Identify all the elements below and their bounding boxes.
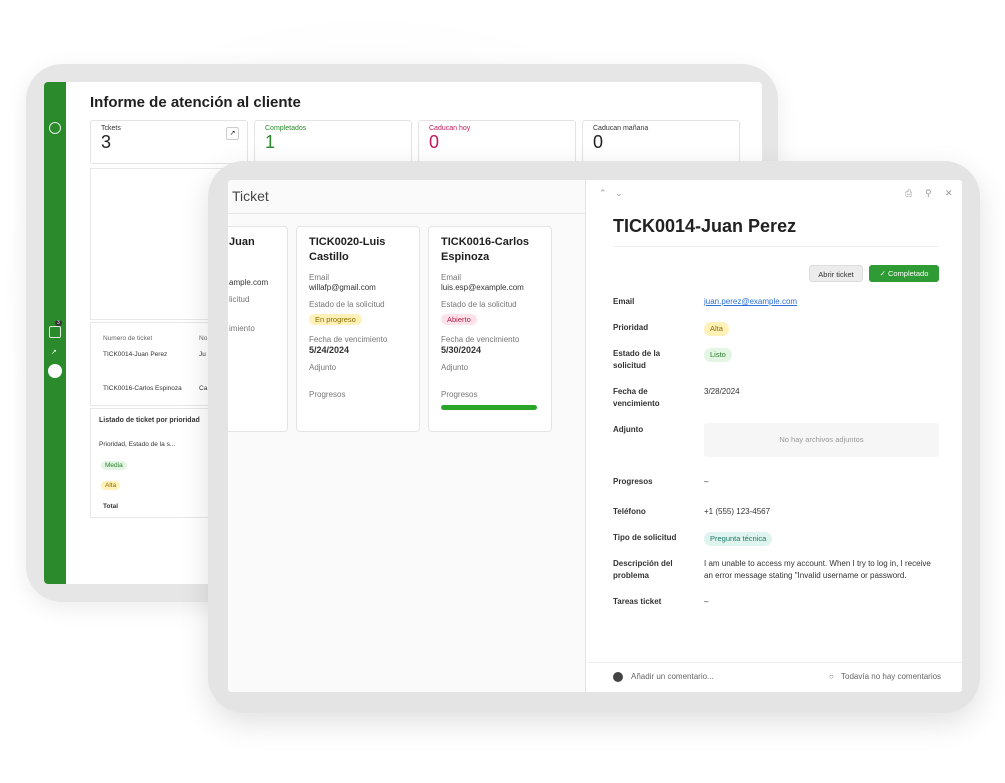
attachments-box[interactable]: No hay archivos adjuntos [704,423,939,457]
expand-icon[interactable]: ↗ [226,127,239,140]
ticket-card-luis[interactable]: TICK0020-Luis Castillo Email willafp@gma… [296,226,420,432]
home-icon[interactable] [49,122,61,134]
ticket-board: Ticket Juan ample.com licitud imiento TI… [228,180,586,692]
status-badge: En progreso [309,314,362,325]
status-badge: Abierto [441,314,477,325]
ticket-card-juan[interactable]: Juan ample.com licitud imiento [228,226,288,432]
chevron-down-icon[interactable]: ⌄ [615,188,623,199]
speech-bubble-icon: ○ [829,672,834,681]
completed-button[interactable]: ✓ Completado [869,265,939,282]
bell-icon[interactable] [49,326,61,338]
stage: 3 ↗ Informe de atención al cliente Tcket… [0,0,1005,783]
type-badge: Pregunta técnica [704,532,773,546]
ticket-detail: ⌃ ⌄ ⎙ ⚲ ✕ TICK0014-Juan Perez Abrir tick… [587,180,962,692]
priority-alta: Alta [101,481,121,490]
link-icon[interactable]: ⚲ [925,188,932,199]
chevron-up-icon[interactable]: ⌃ [599,188,607,199]
kpi-caducan-manana: Caducan mañana 0 [582,120,740,164]
print-icon[interactable]: ⎙ [905,188,912,199]
detail-title: TICK0014-Juan Perez [613,216,797,236]
progress-bar [441,405,537,410]
priority-badge: Alta [704,322,729,336]
priority-media: Media [101,461,127,470]
open-ticket-button[interactable]: Abrir ticket [809,265,863,282]
avatar[interactable] [48,364,62,378]
problem-description: I am unable to access my account. When I… [704,559,931,580]
kpi-caducan-hoy: Caducan hoy 0 [418,120,576,164]
ticket-card-carlos[interactable]: TICK0016-Carlos Espinoza Email luis.esp@… [428,226,552,432]
report-title: Informe de atención al cliente [90,94,301,111]
close-icon[interactable]: ✕ [945,188,953,199]
kpi-tickets: Tckets 3 ↗ [90,120,248,164]
no-comments-label: Todavía no hay comentarios [841,672,942,681]
priority-total: Total [103,503,119,510]
notification-badge: 3 [55,320,62,326]
table-row[interactable]: TICK0016-Carlos Espinoza [103,385,182,392]
email-link[interactable]: juan.perez@example.com [704,296,797,308]
link-icon[interactable]: ↗ [51,348,57,356]
status-badge: Listo [704,348,732,362]
comment-input[interactable]: Añadir un comentario... [631,672,714,681]
back-sidebar: 3 ↗ [44,82,66,584]
kpi-completados: Completados 1 [254,120,412,164]
board-title: Ticket [232,188,269,204]
front-tablet-screen: Ticket Juan ample.com licitud imiento TI… [228,180,962,692]
user-avatar-icon [613,672,623,682]
table-row[interactable]: TICK0014-Juan Perez [103,351,167,358]
